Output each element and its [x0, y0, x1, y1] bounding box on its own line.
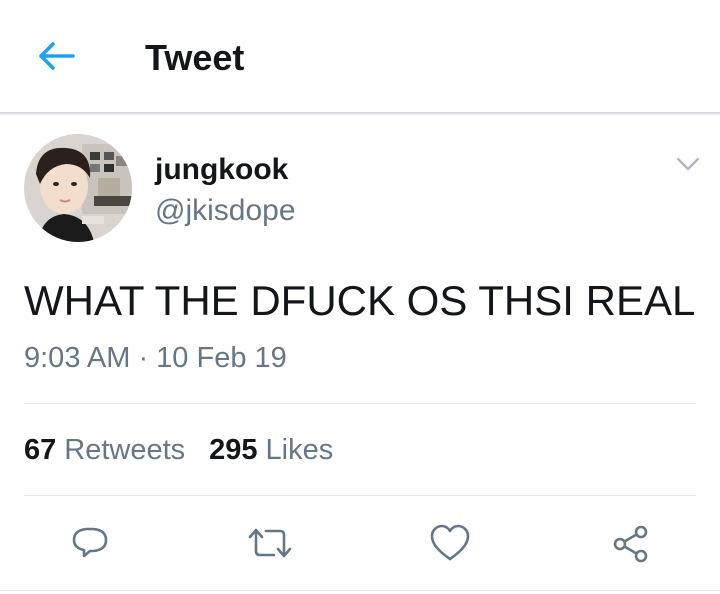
likes-stat[interactable]: 295 Likes — [209, 432, 333, 468]
like-button[interactable] — [426, 520, 474, 566]
retweet-button[interactable] — [246, 520, 294, 566]
share-button[interactable] — [606, 520, 654, 566]
reply-button[interactable] — [66, 520, 114, 566]
like-heart-icon — [430, 524, 470, 561]
avatar-photo — [24, 134, 132, 242]
likes-label: Likes — [265, 434, 334, 466]
chevron-down-icon — [676, 157, 700, 171]
divider — [24, 495, 696, 496]
share-icon — [613, 525, 648, 563]
author-display-name[interactable]: jungkook — [155, 152, 288, 188]
retweets-count: 67 — [24, 434, 57, 466]
tweet-text: WHAT THE DFUCK OS THSI REAL — [24, 277, 696, 324]
tweet-timestamp: 9:03 AM · 10 Feb 19 — [24, 342, 287, 374]
arrow-left-icon — [39, 42, 75, 70]
avatar[interactable] — [24, 134, 132, 242]
retweet-icon — [248, 528, 292, 558]
retweets-stat[interactable]: 67 Retweets — [24, 432, 185, 468]
retweets-label: Retweets — [64, 434, 186, 466]
tweet-stats: 67 Retweets 295 Likes — [24, 432, 333, 468]
header-divider — [0, 112, 720, 116]
reply-icon — [72, 527, 108, 558]
author-handle[interactable]: @jkisdope — [155, 193, 296, 229]
divider — [0, 590, 720, 591]
likes-count: 295 — [209, 434, 258, 466]
divider — [24, 403, 696, 404]
back-button[interactable] — [36, 38, 76, 74]
tweet-options-button[interactable] — [672, 150, 704, 178]
top-bar: Tweet — [0, 0, 720, 112]
page-title: Tweet — [145, 37, 245, 78]
